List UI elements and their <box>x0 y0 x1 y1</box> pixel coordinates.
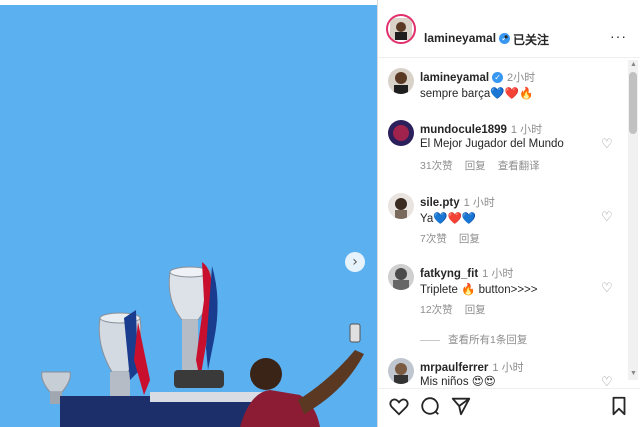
chevron-right-icon[interactable]: › <box>345 252 365 272</box>
heart-icon[interactable]: ♡ <box>601 280 613 296</box>
action-bar <box>378 388 640 427</box>
reply-link[interactable]: 回复 <box>465 304 486 316</box>
avatar[interactable] <box>388 264 414 290</box>
reply-link[interactable]: 回复 <box>465 160 486 172</box>
avatar[interactable] <box>388 120 414 146</box>
separator-dot: • <box>504 30 509 44</box>
more-options-icon[interactable]: ··· <box>610 28 627 44</box>
like-count[interactable]: 12次赞 <box>420 304 453 316</box>
translate-link[interactable]: 查看翻译 <box>498 160 540 172</box>
comment-username[interactable]: mundocule1899 1 小时 <box>420 121 542 137</box>
list-item: mrpaulferrer 1 小时 Mis niños 😍😍 ♡ <box>378 358 628 386</box>
comment-time: 1 小时 <box>510 124 543 136</box>
bookmark-icon[interactable] <box>608 395 630 417</box>
like-count[interactable]: 31次赞 <box>420 160 453 172</box>
comment-text: Mis niños 😍😍 <box>420 376 496 386</box>
comment-username[interactable]: sile.pty 1 小时 <box>420 194 495 210</box>
avatar[interactable] <box>388 193 414 219</box>
comment-time: 1 小时 <box>492 362 524 374</box>
comment-username[interactable]: lamineyamal ✓ 2小时 <box>420 69 535 85</box>
post-media[interactable]: › <box>0 0 377 427</box>
verified-badge-icon: ✓ <box>492 72 504 84</box>
reply-link[interactable]: 回复 <box>459 233 480 245</box>
comment-icon[interactable] <box>419 395 441 417</box>
comment-username[interactable]: fatkyng_fit 1 小时 <box>420 265 513 281</box>
comment-time: 1 小时 <box>482 268 514 280</box>
heart-icon[interactable]: ♡ <box>601 136 613 152</box>
media-top-border <box>0 0 377 5</box>
comment-meta: 7次赞 回复 <box>420 231 492 246</box>
view-replies-link[interactable]: 查看所有1条回复 <box>420 332 527 347</box>
scroll-down-icon[interactable]: ▼ <box>630 370 637 377</box>
author-avatar[interactable] <box>386 14 416 44</box>
comment-meta: 12次赞 回复 <box>420 302 498 317</box>
comment-text: Triplete 🔥 button>>>> <box>420 284 538 296</box>
divider <box>420 339 440 341</box>
scroll-up-icon[interactable]: ▲ <box>630 61 637 68</box>
heart-icon[interactable]: ♡ <box>601 374 613 386</box>
like-count[interactable]: 7次赞 <box>420 233 447 245</box>
comment-username[interactable]: mrpaulferrer 1 小时 <box>420 359 524 375</box>
avatar[interactable] <box>388 358 414 384</box>
scrollbar[interactable]: ▲ ▼ <box>628 60 638 380</box>
heart-icon[interactable] <box>388 395 410 417</box>
comment-panel: lamineyamal ✓ • 已关注 ··· lamineyamal ✓ 2小时 s… <box>377 0 640 427</box>
author-username[interactable]: lamineyamal ✓ <box>424 31 511 45</box>
comment-text: sempre barça💙❤️🔥 <box>420 88 534 100</box>
avatar[interactable] <box>388 68 414 94</box>
comment-text: El Mejor Jugador del Mundo <box>420 138 564 150</box>
post-header: lamineyamal ✓ • 已关注 ··· <box>378 8 640 58</box>
comment-text: Ya💙❤️💙 <box>420 213 477 225</box>
comment-time: 1 小时 <box>463 197 495 209</box>
follow-button[interactable]: 已关注 <box>513 31 549 48</box>
post-photo <box>0 0 377 427</box>
share-icon[interactable] <box>450 395 472 417</box>
scroll-thumb[interactable] <box>629 72 637 134</box>
comment-time: 2小时 <box>507 72 536 84</box>
comment-meta: 31次赞 回复 查看翻译 <box>420 158 552 173</box>
heart-icon[interactable]: ♡ <box>601 209 613 225</box>
